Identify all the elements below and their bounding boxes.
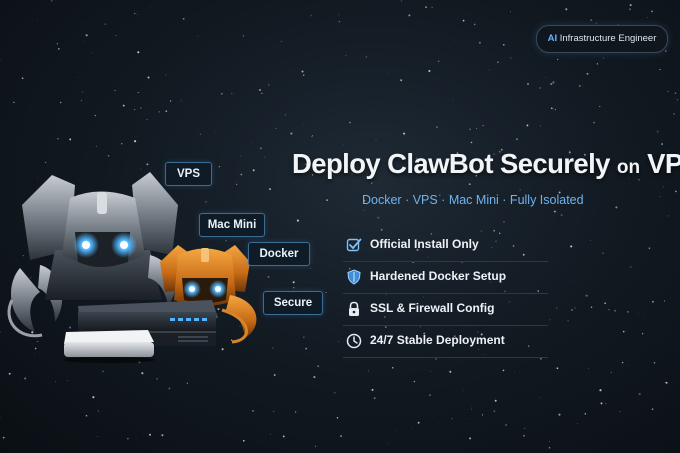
feature-label: Hardened Docker Setup <box>370 269 507 283</box>
feature-label: Official Install Only <box>370 237 479 251</box>
vps-tag: VPS <box>165 162 212 186</box>
clock-icon <box>346 333 362 349</box>
promo-banner: AI Infrastructure Engineer VPS Mac Mini … <box>0 0 680 453</box>
secure-tag: Secure <box>263 291 323 315</box>
feature-list: Official Install Only Hardened Docker Se… <box>343 230 548 358</box>
shield-icon <box>347 269 361 285</box>
docker-tag: Docker <box>248 242 310 266</box>
robots-illustration <box>7 172 257 363</box>
title-main: Deploy ClawBot Securely <box>292 148 610 179</box>
mac-mini-tag: Mac Mini <box>199 213 265 237</box>
title-end: VPS <box>647 148 680 179</box>
feature-item: Hardened Docker Setup <box>343 262 548 294</box>
feature-item: Official Install Only <box>343 230 548 262</box>
subtitle: Docker · VPS · Mac Mini · Fully Isolated <box>362 193 584 207</box>
checkbox-icon <box>346 238 362 252</box>
mac-mini-icon <box>63 330 155 363</box>
lock-icon <box>349 301 359 316</box>
feature-item: SSL & Firewall Config <box>343 294 548 326</box>
feature-label: SSL & Firewall Config <box>370 301 495 315</box>
feature-label: 24/7 Stable Deployment <box>370 333 505 347</box>
feature-item: 24/7 Stable Deployment <box>343 326 548 358</box>
title-small-word: on <box>616 157 641 178</box>
page-title: Deploy ClawBot Securely on VPS <box>292 148 680 180</box>
